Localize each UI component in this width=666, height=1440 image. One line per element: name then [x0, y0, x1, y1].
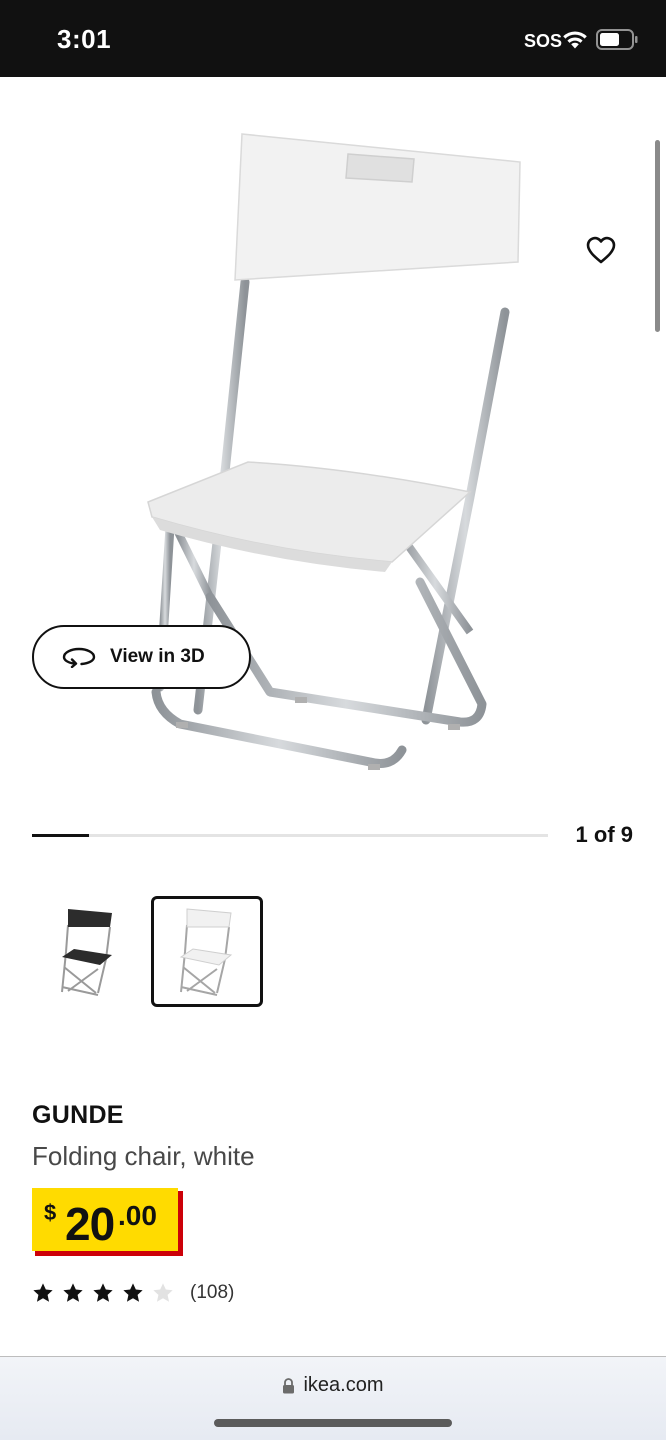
star-filled-icon [33, 1283, 53, 1302]
chair-thumbnail-image [179, 907, 233, 996]
price-tag: $ 20 .00 [32, 1188, 183, 1256]
status-time: 3:01 [57, 24, 112, 54]
view-in-3d-button[interactable]: View in 3D [32, 625, 251, 689]
view-in-3d-label: View in 3D [110, 646, 205, 667]
rating-stars [32, 1282, 182, 1304]
battery-icon [596, 29, 638, 50]
star-empty-icon [153, 1283, 173, 1302]
heart-icon [586, 236, 616, 264]
url-text: ikea.com [303, 1374, 384, 1396]
chair-thumbnail-image [61, 908, 112, 996]
rotate-3d-icon [62, 647, 96, 668]
status-bar: 3:01 SOS [0, 0, 666, 77]
price-whole: 20 [65, 1198, 115, 1250]
url-display[interactable]: ikea.com [0, 1374, 666, 1397]
product-rating[interactable]: (108) [32, 1280, 234, 1306]
star-filled-icon [123, 1283, 143, 1302]
thumbnail-black-chair[interactable] [32, 896, 144, 1007]
wifi-icon [563, 31, 587, 49]
thumbnail-white-chair[interactable] [151, 896, 263, 1007]
product-image-gallery[interactable]: View in 3D [0, 77, 666, 807]
home-indicator[interactable] [214, 1419, 452, 1427]
gallery-progress-fill [32, 834, 89, 837]
browser-address-bar[interactable]: ikea.com [0, 1357, 666, 1440]
review-count: (108) [190, 1282, 235, 1303]
lock-icon [283, 1377, 295, 1393]
price-decimal: .00 [118, 1200, 157, 1231]
star-filled-icon [63, 1283, 83, 1302]
gallery-page-counter: 1 of 9 [575, 822, 633, 847]
sos-indicator: SOS [524, 31, 563, 51]
product-name: GUNDE [32, 1101, 124, 1129]
product-description: Folding chair, white [32, 1141, 255, 1171]
gallery-progress-bar [32, 834, 548, 837]
price-currency: $ [44, 1200, 57, 1225]
favorite-button[interactable] [578, 227, 624, 273]
price-tag-box: $ 20 .00 [32, 1188, 178, 1251]
star-filled-icon [93, 1283, 113, 1302]
